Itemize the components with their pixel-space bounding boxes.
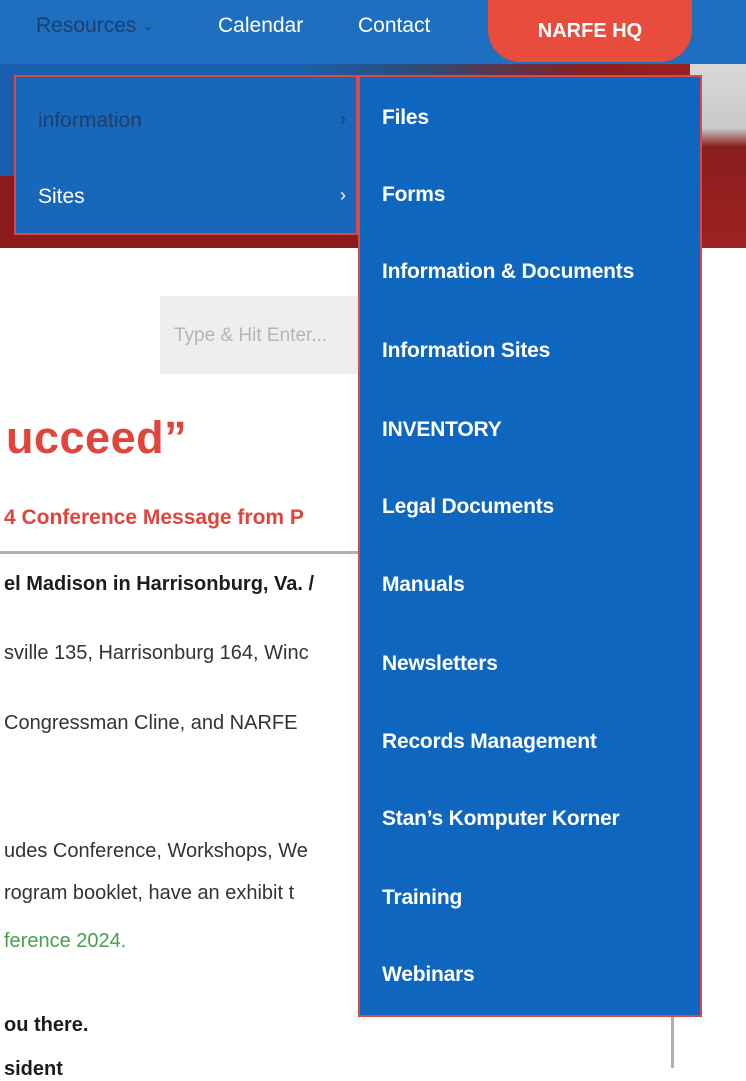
article-line: Congressman Cline, and NARFE (4, 712, 298, 734)
submenu-item-forms[interactable]: Forms (382, 183, 445, 207)
article-signoff: sident (4, 1058, 63, 1080)
submenu-item-training[interactable]: Training (382, 886, 462, 910)
body-clip-2: udes Conference, Workshops, We rogram bo… (0, 838, 360, 918)
submenu-item-newsletters[interactable]: Newsletters (382, 652, 498, 676)
top-nav: Resources ⌄ Calendar Contact NARFE HQ (0, 0, 746, 64)
nav-resources-label: Resources (36, 14, 137, 37)
search-box[interactable]: Type & Hit Enter... (160, 296, 360, 374)
information-submenu: Files Forms Information & Documents Info… (358, 75, 702, 1017)
divider (0, 551, 360, 554)
scrollbar[interactable] (671, 1016, 674, 1068)
body-clip-1: sville 135, Harrisonburg 164, Winc Congr… (0, 640, 360, 760)
submenu-item-records-management[interactable]: Records Management (382, 730, 597, 754)
search-placeholder: Type & Hit Enter... (174, 325, 328, 346)
submenu-item-manuals[interactable]: Manuals (382, 573, 465, 597)
location-clip: el Madison in Harrisonburg, Va. / (0, 566, 360, 606)
article-line: udes Conference, Workshops, We (4, 840, 308, 862)
submenu-item-files[interactable]: Files (382, 106, 429, 130)
submenu-item-inventory[interactable]: INVENTORY (382, 418, 502, 442)
submenu-item-webinars[interactable]: Webinars (382, 963, 475, 987)
chevron-right-icon: › (340, 185, 346, 205)
menu-item-information[interactable]: information (38, 109, 142, 133)
submenu-item-legal-documents[interactable]: Legal Documents (382, 495, 554, 519)
narfe-hq-button[interactable]: NARFE HQ (488, 0, 692, 62)
submenu-item-stans-komputer-korner[interactable]: Stan’s Komputer Korner (382, 807, 620, 831)
article-subhead: 4 Conference Message from P (4, 506, 304, 529)
nav-resources[interactable]: Resources ⌄ (36, 14, 153, 40)
article-location: el Madison in Harrisonburg, Va. / (4, 573, 315, 595)
article-line: sville 135, Harrisonburg 164, Winc (4, 642, 309, 664)
resources-dropdown: information › Sites › (14, 75, 358, 235)
article-closing: ou there. (4, 1014, 89, 1036)
conference-link[interactable]: ference 2024. (4, 930, 126, 953)
nav-calendar[interactable]: Calendar (218, 14, 303, 38)
submenu-item-information-documents[interactable]: Information & Documents (382, 260, 634, 284)
chevron-right-icon: › (340, 109, 346, 129)
subhead-clip: 4 Conference Message from P (0, 500, 360, 540)
menu-item-sites[interactable]: Sites (38, 185, 85, 209)
submenu-item-information-sites[interactable]: Information Sites (382, 339, 550, 363)
nav-contact[interactable]: Contact (358, 14, 430, 38)
chevron-down-icon: ⌄ (142, 18, 154, 33)
article-line: rogram booklet, have an exhibit t (4, 882, 295, 904)
article-headline: ucceed” (6, 412, 188, 463)
